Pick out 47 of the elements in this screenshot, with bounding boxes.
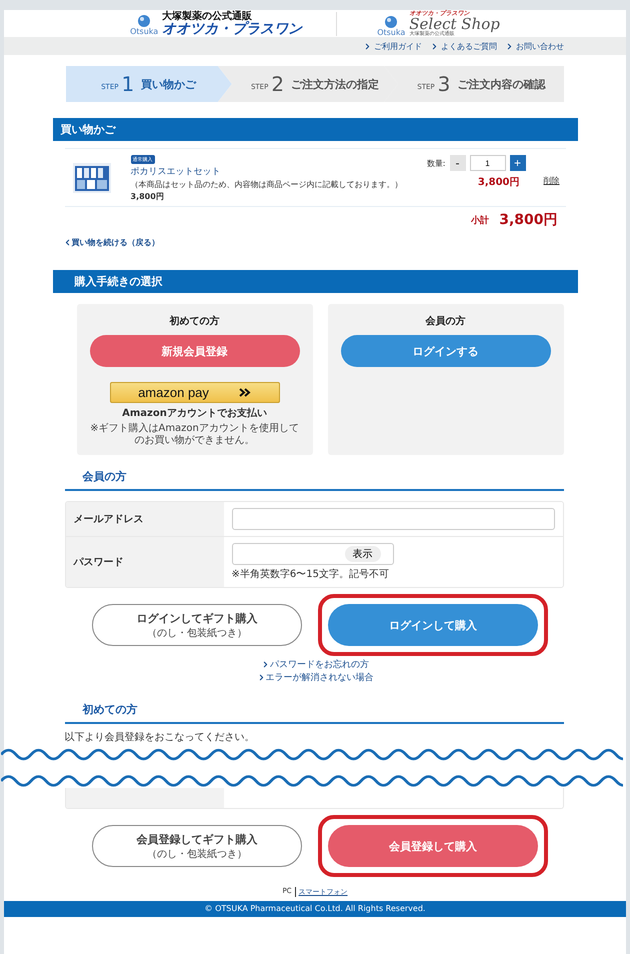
- back-link[interactable]: 買い物を続ける（戻る）: [62, 237, 578, 248]
- purchase-button[interactable]: ログインしてギフト購入 （のし・包装紙つき）: [92, 604, 302, 646]
- amazon-pay-button[interactable]: amazon pay: [110, 382, 280, 403]
- intro-text: 以下より会員登録をおこなってください。: [64, 730, 256, 744]
- field-label: メールアドレス: [66, 502, 224, 536]
- quantity-field[interactable]: 1: [470, 155, 506, 171]
- purchase-button[interactable]: 会員登録してギフト購入 （のし・包装紙つき）: [92, 825, 302, 867]
- quantity-label: 数量:: [426, 158, 446, 168]
- drop-logo-icon: [384, 14, 398, 28]
- password-field[interactable]: 表示: [232, 543, 394, 565]
- copyright-bar: © OTSUKA Pharmaceutical Co.Ltd. All Rights Reserved.: [4, 901, 626, 917]
- email-field[interactable]: [232, 508, 554, 530]
- card-heading: 会員の方: [426, 314, 466, 328]
- card-heading: 初めての方: [170, 314, 220, 328]
- subtotal-label: 小計: [471, 214, 490, 226]
- product-link[interactable]: ポカリスエットセット: [130, 165, 220, 178]
- brand-text: Otsuka: [130, 28, 158, 36]
- amazon-note: ※ギフト購入はAmazonアカウントを使用してのお買い物ができません。: [89, 423, 300, 447]
- help-link[interactable]: パスワードをお忘れの方: [261, 658, 369, 671]
- chevron-right-icon: [363, 42, 372, 50]
- double-chevron-icon: [238, 388, 251, 397]
- nav-link[interactable]: お問い合わせ: [505, 40, 564, 52]
- increase-button[interactable]: +: [510, 155, 526, 171]
- section-heading: 会員の方: [64, 469, 564, 491]
- nav-link[interactable]: よくあるご質問: [430, 40, 497, 52]
- product-note: （本商品はセット品のため、内容物は商品ページ内に記載しております。）: [130, 179, 402, 190]
- section-title: 買い物かご: [52, 118, 578, 141]
- logo-tagline: 大塚製薬の公式通販: [162, 12, 252, 22]
- brand-text: Otsuka: [377, 28, 406, 36]
- field-hint: ※半角英数字6〜15文字。記号不可: [232, 568, 390, 581]
- remove-link[interactable]: 削除: [544, 175, 560, 202]
- unit-price: 3,800円: [130, 191, 164, 202]
- section-title: 購入手続きの選択: [52, 270, 578, 293]
- help-link[interactable]: エラーが解消されない場合: [256, 671, 374, 684]
- nav-link[interactable]: ご利用ガイド: [363, 40, 422, 52]
- amazon-caption: Amazonアカウントでお支払い: [122, 406, 267, 420]
- show-password-button[interactable]: 表示: [344, 546, 380, 562]
- drop-logo-icon: [137, 14, 152, 28]
- chevron-right-icon: [430, 42, 439, 50]
- line-total: 3,800円: [478, 176, 520, 189]
- decrease-button[interactable]: -: [450, 155, 466, 171]
- section-heading: 初めての方: [64, 702, 564, 724]
- subtotal-value: 3,800円: [499, 211, 558, 229]
- chevron-right-icon: [505, 42, 514, 50]
- logo-name: Select Shop: [409, 16, 500, 32]
- field-label: パスワード: [66, 537, 224, 587]
- logo-name: オオツカ・プラスワン: [162, 22, 302, 36]
